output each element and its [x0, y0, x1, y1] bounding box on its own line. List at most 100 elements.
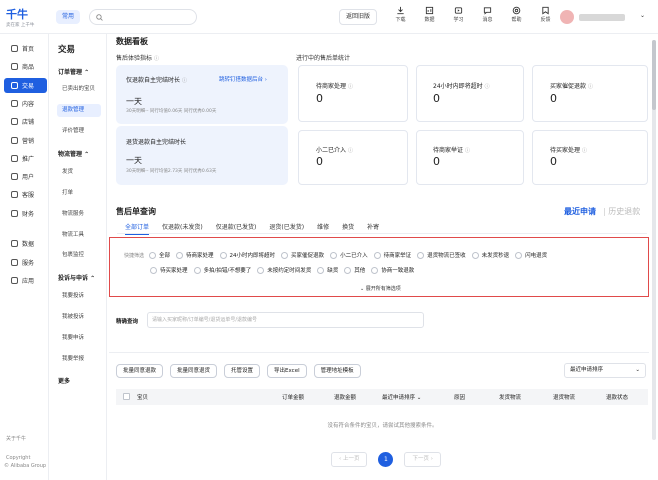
help-button[interactable]: 帮助: [502, 6, 531, 23]
sidebar-item-user[interactable]: 用户: [4, 169, 47, 184]
radio[interactable]: [417, 251, 425, 259]
sidebar-item-data[interactable]: 数据: [4, 236, 47, 251]
sidebar-item-services[interactable]: 服务: [4, 255, 47, 270]
avatar[interactable]: [560, 10, 574, 24]
tab-return-shipped[interactable]: 退货(已发货): [269, 222, 304, 231]
radio[interactable]: [317, 266, 325, 274]
batch-agree-refund-button[interactable]: 批量同意退款: [116, 364, 164, 378]
expand-filters-button[interactable]: ⌄ 展开所有筛选项: [360, 285, 401, 292]
sidebar-item-store[interactable]: 店铺: [4, 114, 47, 129]
radio[interactable]: [373, 251, 381, 259]
hosting-settings-button[interactable]: 托管设置: [224, 364, 261, 378]
filter-option[interactable]: 多拍/拍错/不想要了: [193, 266, 251, 274]
filter-option[interactable]: 小二已介入: [330, 251, 368, 259]
jump-dashboard-link[interactable]: 跳转钉搭数据后台 ›: [219, 75, 267, 83]
data-button[interactable]: 数据: [415, 6, 444, 23]
radio[interactable]: [471, 251, 479, 259]
info-icon[interactable]: ⓘ: [182, 78, 187, 84]
sidebar-item-content[interactable]: 内容: [4, 96, 47, 111]
sidebar-item-promotion[interactable]: 推广: [4, 151, 47, 166]
common-nav-chip[interactable]: 常用: [56, 10, 81, 24]
export-excel-button[interactable]: 导出Excel: [267, 364, 307, 378]
subnav-item-appeal[interactable]: 我要申诉: [57, 332, 101, 345]
stat-card-evidence[interactable]: 待商家举证 ⓘ 0: [416, 130, 524, 185]
subnav-item-print[interactable]: 打单: [57, 187, 101, 200]
tab-refund-unshipped[interactable]: 仅退款(未发货): [162, 222, 203, 231]
filter-option[interactable]: 买家催促退款: [281, 251, 324, 259]
info-icon[interactable]: ⓘ: [154, 56, 159, 62]
sidebar-item-service[interactable]: 客服: [4, 187, 47, 202]
sidebar-item-finance[interactable]: 财务: [4, 206, 47, 221]
current-page-button[interactable]: 1: [378, 452, 394, 467]
select-all-checkbox[interactable]: [123, 393, 130, 400]
subnav-group-order[interactable]: 订单管理 ⌃: [58, 67, 89, 76]
tab-all-orders[interactable]: 全部订单: [125, 222, 150, 235]
filter-option[interactable]: 缺货: [317, 266, 338, 274]
tab-exchange[interactable]: 换货: [342, 222, 354, 231]
info-icon[interactable]: ⓘ: [465, 148, 470, 154]
info-icon[interactable]: ⓘ: [588, 84, 593, 90]
precise-query-input[interactable]: 请输入买家昵称/订单编号/退货运单号/退款编号: [147, 312, 424, 328]
subnav-item-refund[interactable]: 退款管理: [57, 104, 101, 117]
sidebar-item-goods[interactable]: 商品: [4, 59, 47, 74]
radio[interactable]: [193, 266, 201, 274]
info-icon[interactable]: ⓘ: [582, 148, 587, 154]
prev-page-button[interactable]: ‹ 上一页: [331, 452, 368, 467]
filter-option[interactable]: 未按约定时间发货: [257, 266, 311, 274]
info-icon[interactable]: ⓘ: [348, 148, 353, 154]
batch-agree-return-button[interactable]: 批量同意退货: [170, 364, 218, 378]
subnav-item-complain[interactable]: 我要投诉: [57, 290, 101, 303]
radio[interactable]: [257, 266, 265, 274]
filter-option[interactable]: 退货物流已签收: [417, 251, 466, 259]
filter-option[interactable]: 闪电退货: [515, 251, 547, 259]
column-header-sort-latest[interactable]: 最近申请排序 ⌄: [382, 393, 421, 401]
tab-refund-shipped[interactable]: 仅退款(已发货): [216, 222, 257, 231]
subnav-more[interactable]: 更多: [58, 376, 70, 385]
filter-option[interactable]: 协商一致退款: [371, 266, 414, 274]
subnav-item-review[interactable]: 评价管理: [57, 125, 101, 138]
sort-select[interactable]: 最近申请排序 ⌄: [564, 363, 646, 378]
sidebar-item-apps[interactable]: 应用: [4, 273, 47, 288]
subnav-group-logistics[interactable]: 物流管理 ⌃: [58, 149, 89, 158]
manage-address-template-button[interactable]: 管理地址模板: [313, 364, 361, 378]
sidebar-item-trade[interactable]: 交易: [4, 78, 47, 93]
sidebar-item-home[interactable]: 首页: [4, 41, 47, 56]
logo[interactable]: 千牛 卖在家 上千牛: [6, 9, 50, 28]
sidebar-item-marketing[interactable]: 营销: [4, 133, 47, 148]
subnav-item-package-monitor[interactable]: 包裹监控: [57, 249, 101, 262]
subnav-item-logistics-service[interactable]: 物流服务: [57, 208, 101, 221]
stat-card-buyer-pending[interactable]: 待买家处理 ⓘ 0: [532, 130, 648, 185]
subnav-item-complained[interactable]: 我被投诉: [57, 311, 101, 324]
subnav-item-logistics-tools[interactable]: 物流工具: [57, 229, 101, 242]
radio[interactable]: [176, 251, 184, 259]
global-search-input[interactable]: [89, 9, 197, 25]
radio[interactable]: [344, 266, 352, 274]
scrollbar-thumb[interactable]: [652, 40, 656, 110]
subnav-group-complaint[interactable]: 投诉与申诉 ⌃: [58, 273, 95, 282]
radio[interactable]: [219, 251, 227, 259]
message-button[interactable]: 消息: [473, 6, 502, 23]
latest-apply-toggle[interactable]: 最近申请: [564, 206, 596, 217]
chevron-down-icon[interactable]: ⌄: [640, 12, 645, 19]
radio[interactable]: [515, 251, 523, 259]
stat-card-xiaoer[interactable]: 小二已介入 ⓘ 0: [298, 130, 408, 185]
stat-card-buyer-urge[interactable]: 买家催促退款 ⓘ 0: [532, 65, 648, 122]
radio[interactable]: [330, 251, 338, 259]
user-menu[interactable]: [560, 10, 625, 24]
feedback-button[interactable]: 反馈: [531, 6, 560, 23]
next-page-button[interactable]: 下一页 ›: [404, 452, 441, 467]
filter-option[interactable]: 24小时内即将超时: [219, 251, 275, 259]
filter-option[interactable]: 其他: [344, 266, 365, 274]
subnav-item-sold[interactable]: 已卖出的宝贝: [57, 83, 101, 96]
download-button[interactable]: 下载: [386, 6, 415, 23]
radio[interactable]: [149, 251, 157, 259]
tab-repair[interactable]: 维修: [317, 222, 329, 231]
subnav-item-ship[interactable]: 发货: [57, 166, 101, 179]
filter-option[interactable]: 待商家举证: [373, 251, 411, 259]
filter-option[interactable]: 待买家处理: [150, 266, 188, 274]
info-icon[interactable]: ⓘ: [485, 84, 490, 90]
return-old-version-button[interactable]: 返回旧版: [339, 9, 378, 25]
radio[interactable]: [371, 266, 379, 274]
subnav-item-report[interactable]: 我要举报: [57, 353, 101, 366]
info-icon[interactable]: ⓘ: [348, 84, 353, 90]
